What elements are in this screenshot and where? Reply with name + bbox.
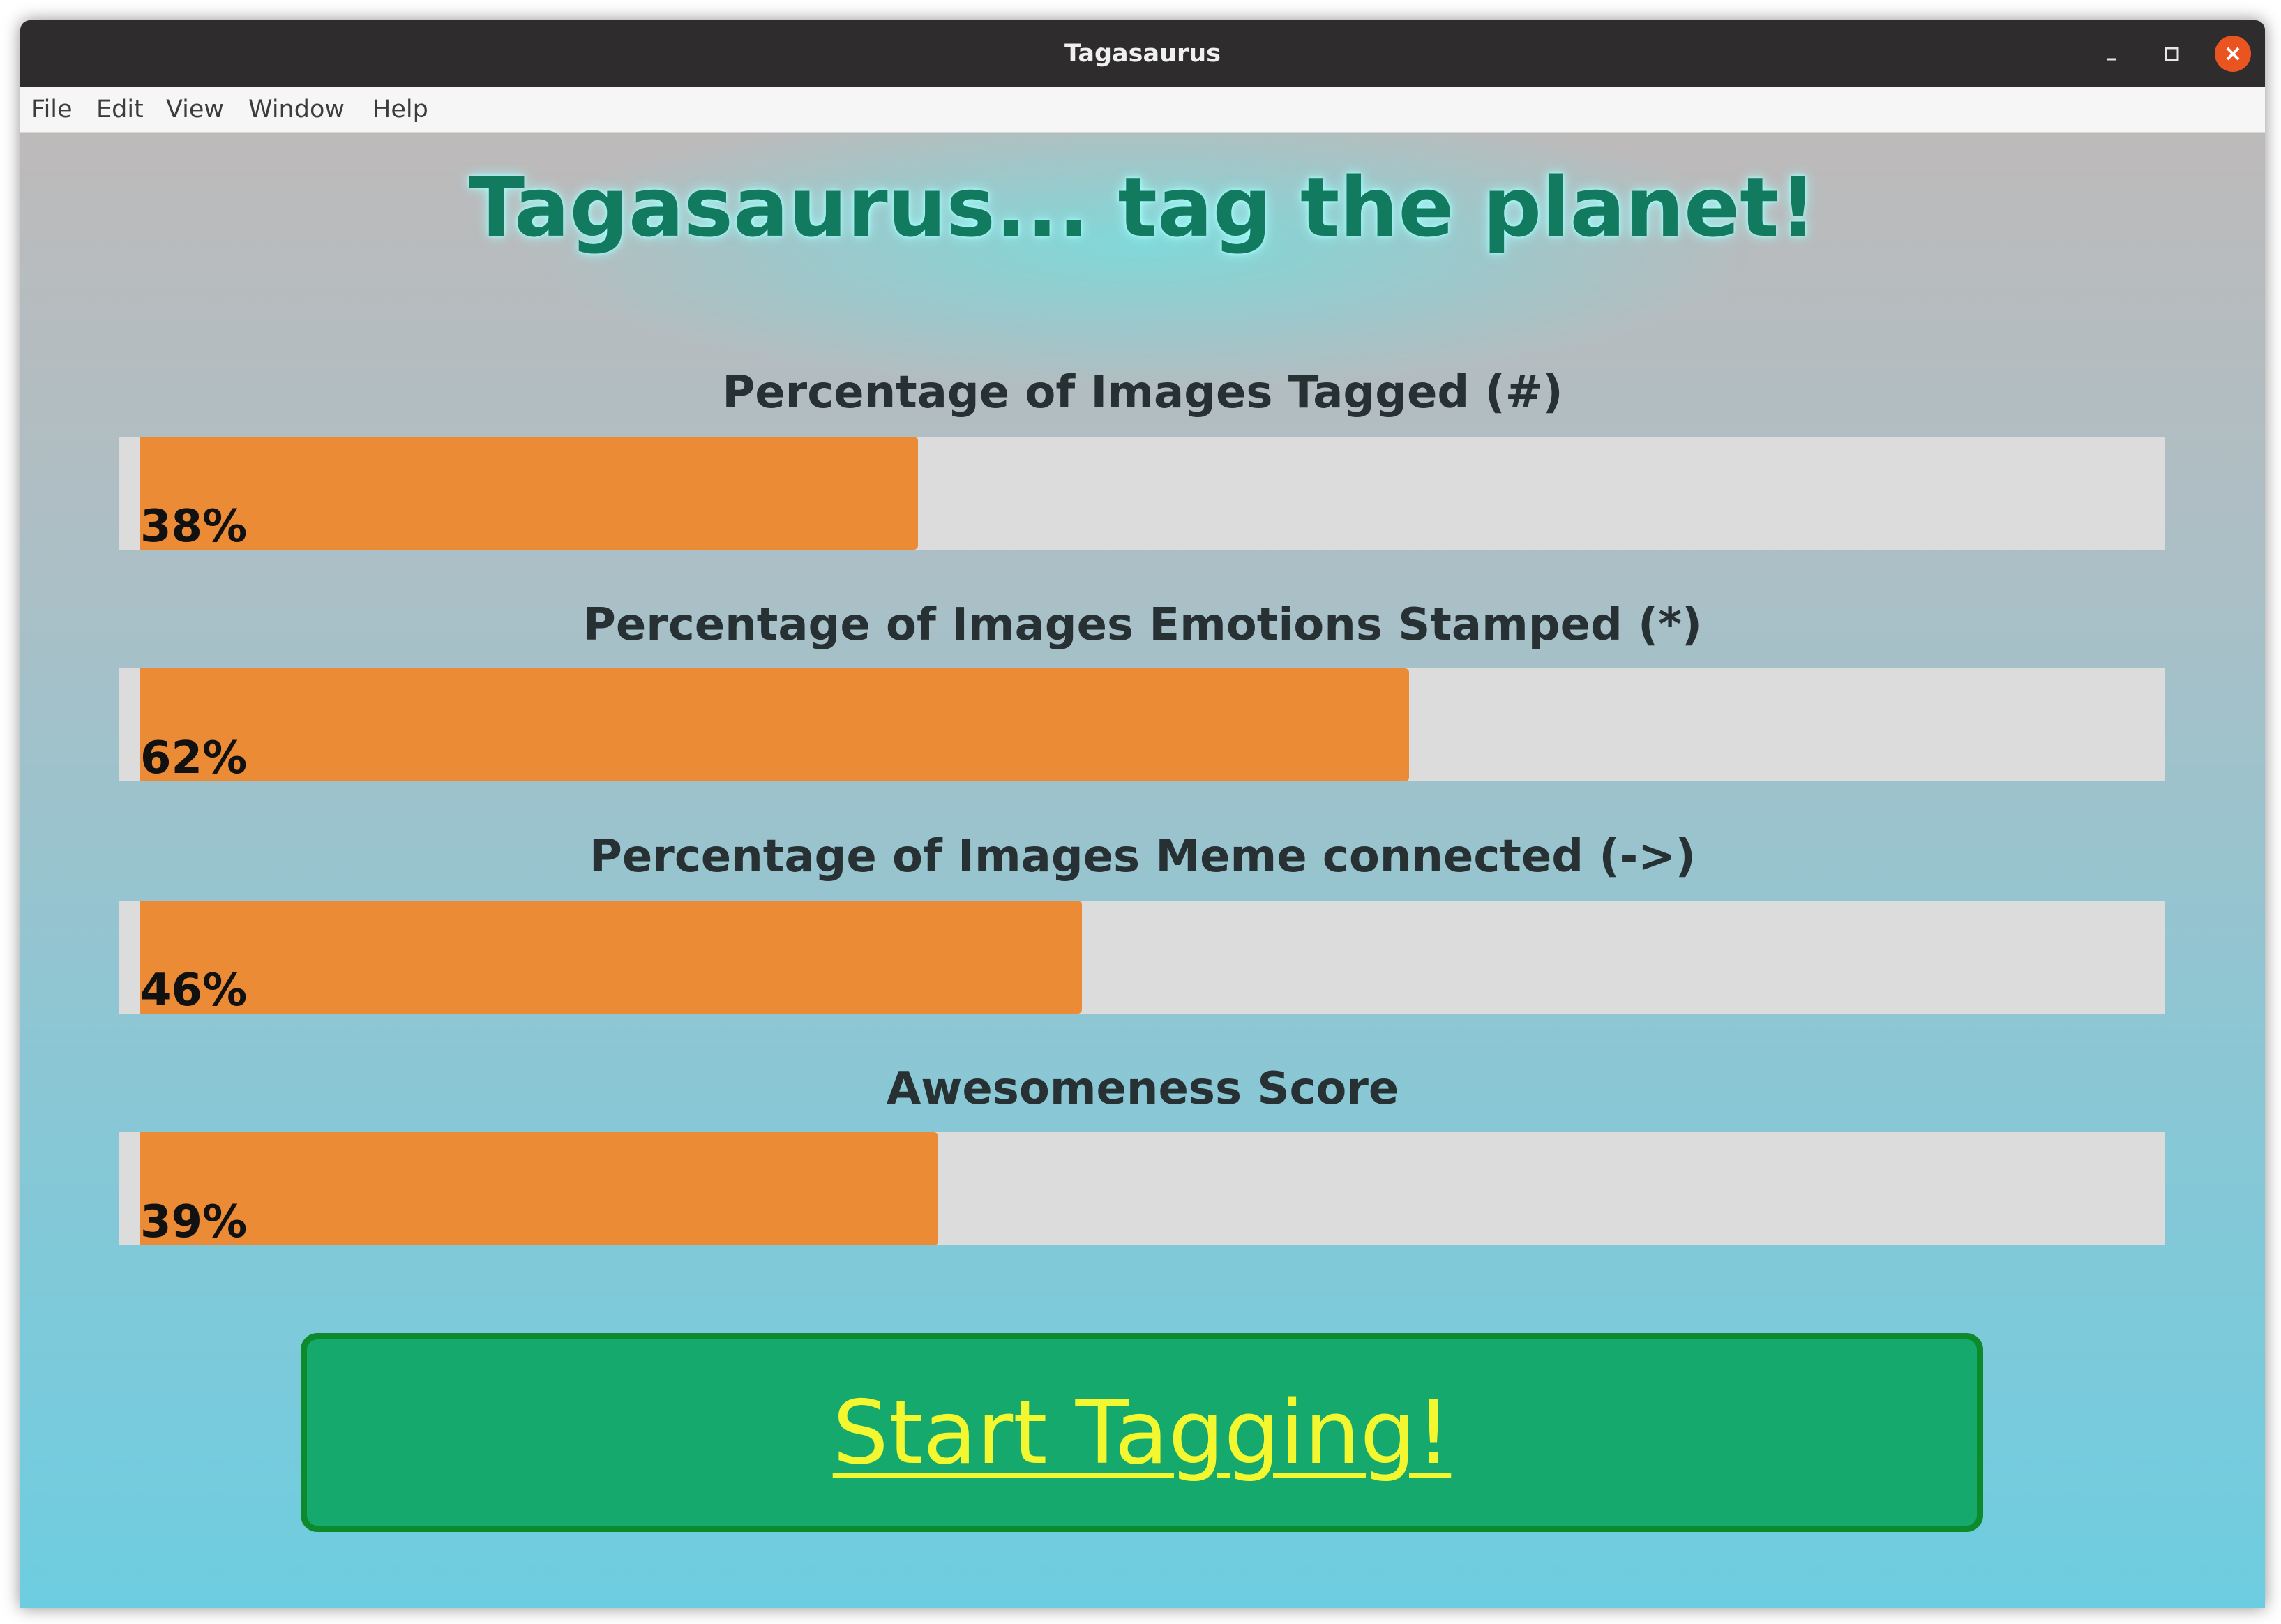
minimize-icon (2107, 58, 2116, 61)
maximize-button[interactable] (2153, 36, 2190, 72)
close-icon (2226, 47, 2240, 61)
stat-label-tagged: Percentage of Images Tagged (#) (722, 367, 1563, 419)
progress-bar-emotions: 62% (119, 668, 2165, 784)
progress-fill-tagged (140, 437, 918, 550)
progress-value-emotions: 62% (140, 732, 248, 784)
progress-value-meme: 46% (140, 965, 248, 1016)
menu-edit[interactable]: Edit (96, 87, 144, 132)
progress-bar-tagged: 38% (119, 437, 2165, 552)
minimize-button[interactable] (2093, 36, 2130, 72)
start-tagging-button[interactable]: Start Tagging! (301, 1333, 1983, 1532)
main-content: Tagasaurus... tag the planet! Percentage… (20, 133, 2265, 1608)
progress-bar-meme: 46% (119, 901, 2165, 1016)
close-button[interactable] (2215, 36, 2251, 72)
progress-fill-awesomeness (140, 1132, 938, 1245)
stat-label-emotions: Percentage of Images Emotions Stamped (*… (582, 599, 1703, 651)
menu-file[interactable]: File (31, 87, 73, 132)
window-title: Tagasaurus (1064, 40, 1221, 68)
stat-label-awesomeness: Awesomeness Score (886, 1063, 1399, 1115)
maximize-icon (2165, 47, 2179, 61)
app-window: Tagasaurus File Edit View Window Help Ta… (20, 20, 2265, 1608)
progress-bar-awesomeness: 39% (119, 1132, 2165, 1248)
menu-help[interactable]: Help (372, 87, 428, 132)
progress-value-awesomeness: 39% (140, 1196, 248, 1248)
progress-fill-emotions (140, 668, 1409, 781)
menu-view[interactable]: View (166, 87, 224, 132)
title-bar[interactable]: Tagasaurus (20, 20, 2265, 87)
page-title: Tagasaurus... tag the planet! (468, 159, 1817, 255)
menu-bar: File Edit View Window Help (20, 87, 2265, 133)
menu-window[interactable]: Window (248, 87, 345, 132)
start-tagging-label: Start Tagging! (832, 1381, 1452, 1484)
stat-label-meme: Percentage of Images Meme connected (->) (589, 831, 1696, 882)
progress-fill-meme (140, 901, 1082, 1014)
progress-value-tagged: 38% (140, 501, 248, 552)
